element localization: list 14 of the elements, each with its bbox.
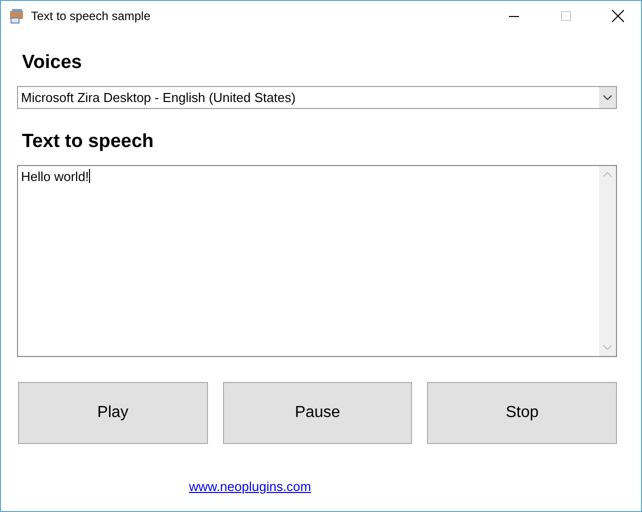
action-button[interactable]: Pause	[222, 382, 412, 444]
scrollbar[interactable]	[599, 166, 616, 356]
app-icon	[9, 8, 25, 24]
window-title: Text to speech sample	[31, 9, 152, 23]
text-field[interactable]: Hello world!	[17, 165, 617, 357]
section-heading: Voices	[22, 51, 83, 75]
chevron-icon	[603, 95, 612, 100]
website-link[interactable]: www.neoplugins.com	[189, 479, 312, 494]
voice-dropdown[interactable]: Microsoft Zira Desktop - English (United States)	[17, 86, 617, 109]
close-icon	[612, 10, 624, 22]
maximize-icon	[561, 11, 571, 21]
action-button[interactable]: Stop	[427, 382, 618, 444]
action-button[interactable]: Play	[18, 382, 208, 444]
section-heading: Text to speech	[22, 130, 155, 154]
